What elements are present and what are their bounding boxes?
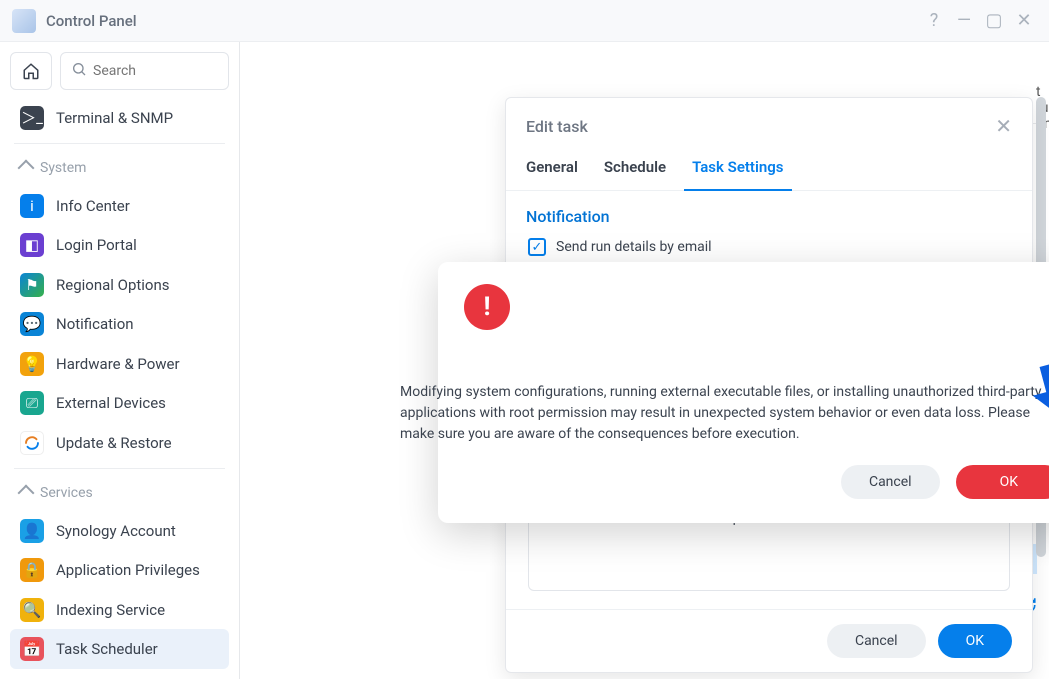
tab-general[interactable]: General [526,154,578,190]
sidebar-item-label: Hardware & Power [56,355,180,373]
window-titlebar: Control Panel ? — ▢ ✕ [0,0,1049,42]
divider [14,143,225,144]
sidebar-item-task-scheduler[interactable]: 📅 Task Scheduler [10,629,229,668]
warning-footer: Cancel OK [464,465,1049,499]
help-button[interactable]: ? [921,8,947,34]
warning-modal: ! Modifying system configurations, runni… [438,262,1049,523]
login-icon: ◧ [20,233,44,257]
modal-header: Edit task ✕ [506,98,1032,154]
sidebar-item-label: Task Scheduler [56,640,158,658]
sidebar-item-label: Synology Account [56,522,176,540]
sidebar-item-label: Application Privileges [56,561,200,579]
sidebar-item-login-portal[interactable]: ◧ Login Portal [10,226,229,265]
sidebar-group-label: System [40,160,86,176]
sidebar: ＞_ Terminal & SNMP System i Info Center … [0,42,240,679]
divider [14,468,225,469]
update-icon [20,431,44,455]
window-title: Control Panel [46,12,917,30]
globe-icon: ⚑ [20,273,44,297]
edit-modal-footer: Cancel OK [506,609,1032,672]
sidebar-group-label: Services [40,485,93,501]
edit-ok-button[interactable]: OK [938,624,1012,658]
chat-icon: 💬 [20,312,44,336]
sidebar-item-terminal[interactable]: ＞_ Terminal & SNMP [10,98,229,137]
sidebar-item-label: Update & Restore [56,434,172,452]
sidebar-item-label: Terminal & SNMP [56,109,173,127]
content-area: t run time ▲ Owner 1-06-02 00:…root1-06-… [240,42,1049,679]
sidebar-item-synology-account[interactable]: 👤 Synology Account [10,511,229,550]
terminal-icon: ＞_ [20,106,44,130]
sidebar-item-label: Info Center [56,197,130,215]
sidebar-item-update-restore[interactable]: Update & Restore [10,423,229,462]
checkbox-send-email[interactable]: ✓ [528,238,546,256]
sidebar-group-system[interactable]: System [10,150,229,186]
tab-schedule[interactable]: Schedule [604,154,666,190]
warn-cancel-button[interactable]: Cancel [841,465,940,499]
edit-cancel-button[interactable]: Cancel [827,624,926,658]
sidebar-item-label: External Devices [56,394,166,412]
search-input-wrap[interactable] [60,52,229,90]
sidebar-item-label: Indexing Service [56,601,165,619]
sidebar-item-regional[interactable]: ⚑ Regional Options [10,265,229,304]
sidebar-item-label: Regional Options [56,276,170,294]
checkbox-label: Send run details by email [556,239,712,255]
sidebar-item-indexing[interactable]: 🔍 Indexing Service [10,590,229,629]
close-window-button[interactable]: ✕ [1011,8,1037,34]
maximize-button[interactable]: ▢ [981,8,1007,34]
section-notification: Notification [506,191,1032,234]
lock-icon: 🔒 [20,558,44,582]
calendar-icon: 📅 [20,637,44,661]
cell-owner: root [1036,581,1037,597]
account-icon: 👤 [20,519,44,543]
warning-icon: ! [464,284,510,330]
app-icon [12,9,36,33]
search-icon [71,61,87,81]
modal-tabs: General Schedule Task Settings [506,154,1032,191]
device-icon: ⎚ [20,391,44,415]
warning-text: Modifying system configurations, running… [400,338,1049,445]
search-input[interactable] [93,63,218,79]
sidebar-item-label: Login Portal [56,236,137,254]
info-icon: i [20,194,44,218]
minimize-button[interactable]: — [951,8,977,34]
home-icon [22,62,40,80]
bulb-icon: 💡 [20,352,44,376]
home-button[interactable] [10,52,52,90]
sidebar-item-label: Notification [56,315,134,333]
tab-task-settings[interactable]: Task Settings [692,154,783,190]
sidebar-item-notification[interactable]: 💬 Notification [10,305,229,344]
sidebar-item-info-center[interactable]: i Info Center [10,186,229,225]
warn-ok-button[interactable]: OK [956,465,1049,499]
sidebar-item-hardware[interactable]: 💡 Hardware & Power [10,344,229,383]
modal-title: Edit task [526,117,588,136]
sidebar-item-app-privileges[interactable]: 🔒 Application Privileges [10,551,229,590]
index-icon: 🔍 [20,598,44,622]
modal-close-button[interactable]: ✕ [995,114,1012,138]
sidebar-group-services[interactable]: Services [10,475,229,511]
sidebar-item-external-devices[interactable]: ⎚ External Devices [10,383,229,422]
